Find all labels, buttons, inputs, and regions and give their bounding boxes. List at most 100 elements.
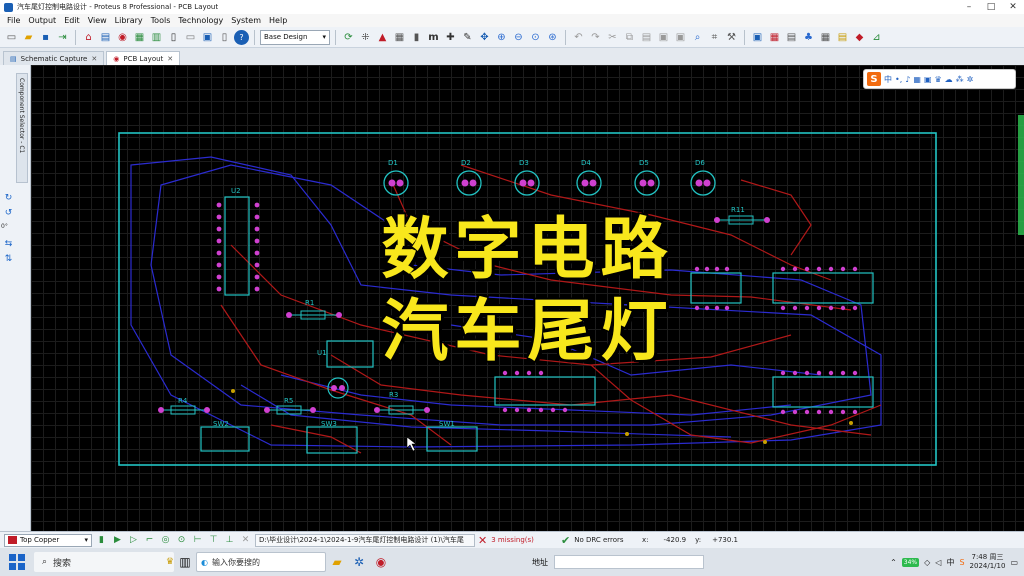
grid-apps-icon[interactable]: ⁂	[956, 75, 964, 84]
drc-status[interactable]: ✔ No DRC errors	[561, 534, 639, 547]
address-input[interactable]	[554, 555, 704, 569]
drc-icon[interactable]: ▣	[750, 30, 765, 45]
zoom-all-icon[interactable]: ⊙	[528, 30, 543, 45]
autoroute-icon[interactable]: ▤	[784, 30, 799, 45]
via-icon[interactable]: ◎	[159, 534, 172, 547]
mirror-vertical-icon[interactable]: ⇅	[3, 253, 14, 264]
shirt-icon[interactable]: ♛	[935, 75, 942, 84]
tag-icon[interactable]: ⌗	[707, 30, 722, 45]
task-view-icon[interactable]: ▥	[174, 551, 196, 573]
origin-icon[interactable]: ✚	[443, 30, 458, 45]
metric-icon[interactable]: m	[426, 30, 441, 45]
pcb-canvas[interactable]: D1 D2 D3 D4 D5 D6 U2 U1 R11 R1 R4 R5 R3 …	[31, 65, 1024, 531]
search-icon[interactable]: ⌕	[690, 30, 705, 45]
tee-icon[interactable]: ⊤	[207, 534, 220, 547]
side-widget[interactable]	[1018, 115, 1024, 235]
copy-icon[interactable]: ⧉	[622, 30, 637, 45]
play-icon[interactable]: ▶	[111, 534, 124, 547]
stop-icon[interactable]: ✕	[239, 534, 252, 547]
home-icon[interactable]: ⌂	[81, 30, 96, 45]
undo-icon[interactable]: ↶	[571, 30, 586, 45]
component-selector-tab[interactable]: Component Selector - C1	[16, 73, 28, 183]
menu-system[interactable]: System	[227, 16, 265, 25]
grid-icon[interactable]: ⁜	[358, 30, 373, 45]
gerber-icon[interactable]: ▦	[132, 30, 147, 45]
close-button[interactable]: ✕	[1002, 0, 1024, 14]
zoom-out-icon[interactable]: ⊖	[511, 30, 526, 45]
menu-file[interactable]: File	[3, 16, 24, 25]
colors-icon[interactable]: ◆	[852, 30, 867, 45]
led-d2[interactable]	[456, 170, 482, 196]
ime-mode[interactable]: 中	[884, 74, 892, 85]
close-tab-icon[interactable]: ✕	[167, 55, 173, 63]
resistor-r3[interactable]: R3	[374, 391, 430, 415]
mirror-horizontal-icon[interactable]: ⇆	[3, 238, 14, 249]
gear-icon[interactable]: ✲	[967, 75, 974, 84]
sogou-logo[interactable]: S	[867, 72, 881, 86]
schematic-icon[interactable]: ▤	[98, 30, 113, 45]
autoplace-icon[interactable]: ▦	[767, 30, 782, 45]
layer-toggle-icon[interactable]: ▮	[95, 534, 108, 547]
zoom-in-icon[interactable]: ⊕	[494, 30, 509, 45]
sogou-tray-icon[interactable]: S	[959, 558, 964, 567]
notification-icon[interactable]: ▭	[1010, 558, 1018, 567]
refresh-icon[interactable]: ⟳	[341, 30, 356, 45]
step-icon[interactable]: ▷	[127, 534, 140, 547]
led-d3[interactable]	[514, 170, 540, 196]
split-icon[interactable]: ⊥	[223, 534, 236, 547]
design-combo[interactable]: Base Design ▾	[260, 29, 330, 45]
bom-icon[interactable]: ▥	[149, 30, 164, 45]
block-move-icon[interactable]: ▣	[673, 30, 688, 45]
lungs-icon[interactable]: ♣	[801, 30, 816, 45]
taskbar-browser-app[interactable]: ◐ 输入你要搜的	[196, 552, 326, 572]
cloud-icon[interactable]: ☁	[945, 75, 953, 84]
switch-sw2[interactable]: SW2	[200, 420, 250, 452]
menu-library[interactable]: Library	[111, 16, 147, 25]
switch-sw3[interactable]: SW3	[306, 420, 358, 454]
zoom-area-icon[interactable]: ⊛	[545, 30, 560, 45]
document-icon[interactable]: ▯	[217, 30, 232, 45]
menu-edit[interactable]: Edit	[60, 16, 84, 25]
led-d5[interactable]	[634, 170, 660, 196]
led-d4[interactable]	[576, 170, 602, 196]
toolbox-icon[interactable]: ▣	[924, 75, 932, 84]
maximize-button[interactable]: □	[980, 0, 1002, 14]
new-file-icon[interactable]: ▭	[4, 30, 19, 45]
led-d6[interactable]	[690, 170, 716, 196]
menu-tools[interactable]: Tools	[147, 16, 175, 25]
redo-icon[interactable]: ↷	[588, 30, 603, 45]
layout-icon[interactable]: ▮	[409, 30, 424, 45]
keyboard-icon[interactable]: ▦	[913, 75, 921, 84]
3d-view-icon[interactable]: ⊿	[869, 30, 884, 45]
menu-help[interactable]: Help	[265, 16, 291, 25]
microphone-icon[interactable]: ♪	[905, 75, 910, 84]
ic-right-bottom[interactable]	[772, 370, 874, 415]
report-icon[interactable]: ▤	[835, 30, 850, 45]
taskbar-search[interactable]: ⌕ 搜索 ♛	[34, 552, 174, 572]
layer-selector[interactable]: Top Copper ▾	[4, 533, 92, 547]
system-clock[interactable]: 7:48 周三 2024/1/10	[970, 553, 1006, 571]
missing-connections[interactable]: ✕ 3 missing(s)	[478, 534, 558, 547]
pad-icon[interactable]: ⊙	[175, 534, 188, 547]
photo-app-icon[interactable]: ◉	[370, 551, 392, 573]
cut-icon[interactable]: ✂	[605, 30, 620, 45]
menu-output[interactable]: Output	[24, 16, 60, 25]
save-icon[interactable]: ▪	[38, 30, 53, 45]
menu-view[interactable]: View	[84, 16, 111, 25]
rotate-cw-icon[interactable]: ↻	[3, 192, 14, 203]
minimize-button[interactable]: –	[958, 0, 980, 14]
ime-punctuation[interactable]: •,	[895, 75, 902, 84]
paste-icon[interactable]: ▤	[639, 30, 654, 45]
layers-icon[interactable]: ▲	[375, 30, 390, 45]
tab-pcb-layout[interactable]: ◉ PCB Layout ✕	[106, 51, 181, 65]
notes-icon[interactable]: ▭	[183, 30, 198, 45]
resistor-r4[interactable]: R4	[158, 397, 210, 415]
network-icon[interactable]: ◇	[924, 558, 930, 567]
windows-start-icon[interactable]	[6, 551, 28, 573]
battery-indicator[interactable]: 34%	[901, 557, 920, 567]
open-folder-icon[interactable]: ▰	[21, 30, 36, 45]
resistor-r5[interactable]: R5	[264, 397, 316, 415]
rotation-value[interactable]: 0°	[1, 223, 8, 230]
file-explorer-icon[interactable]: ▰	[326, 551, 348, 573]
power-plane-icon[interactable]: ▦	[818, 30, 833, 45]
